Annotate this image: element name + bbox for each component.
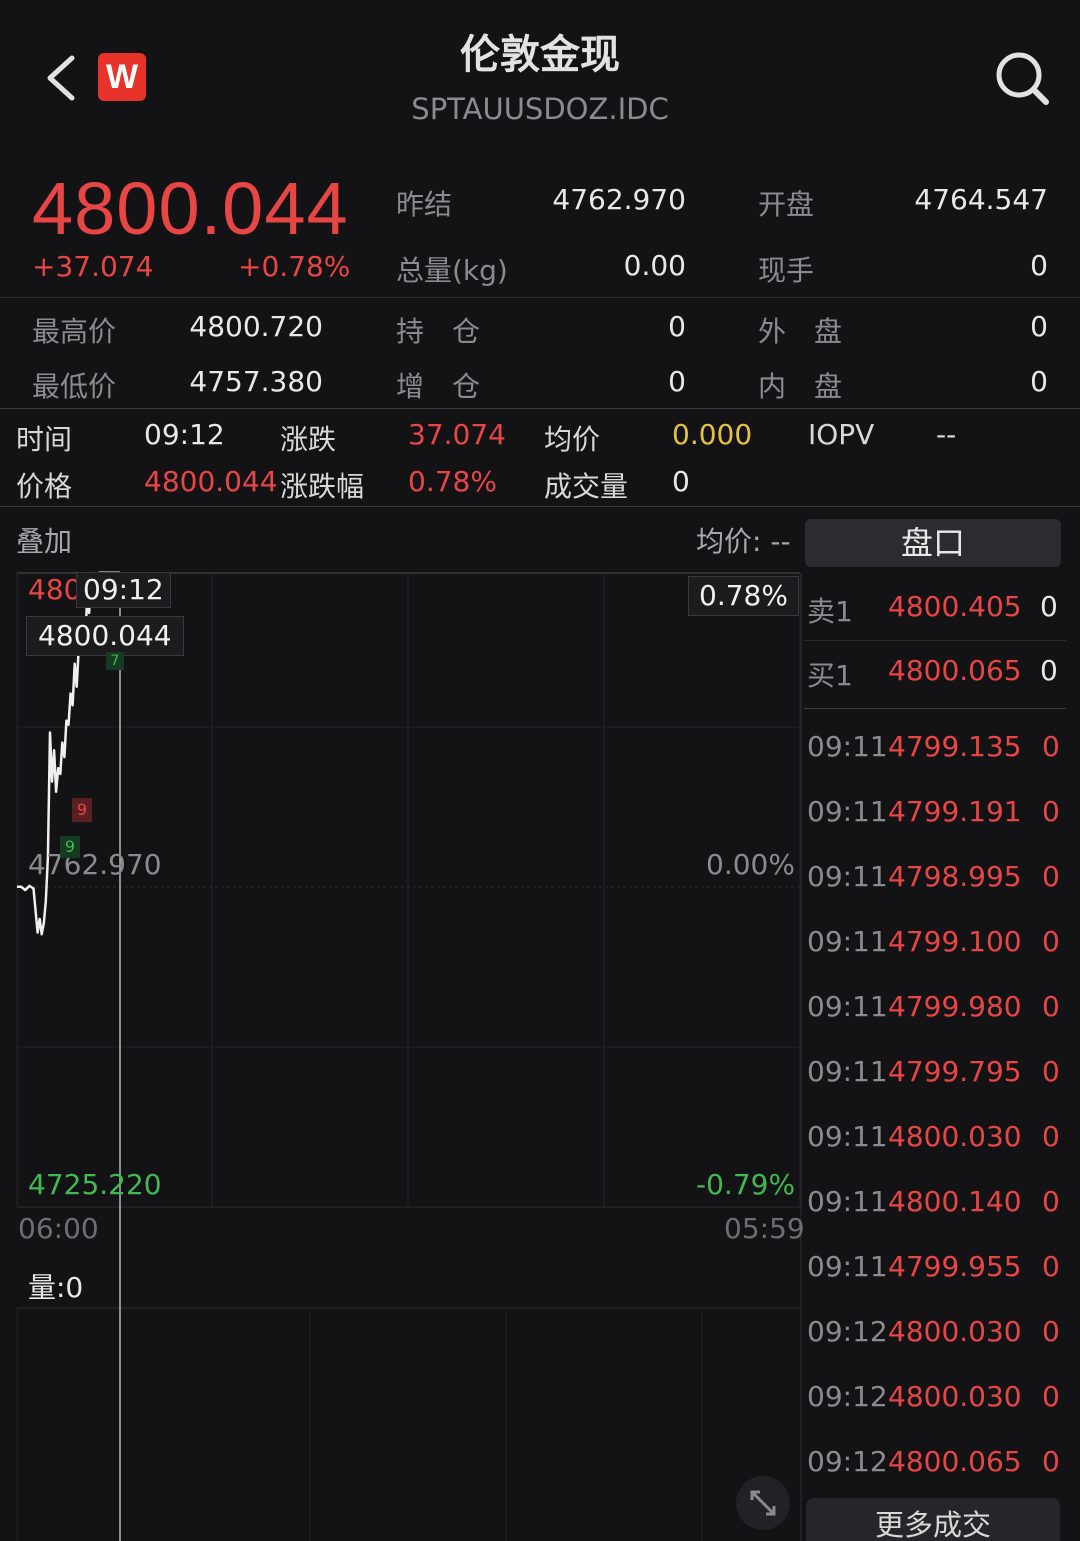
ask-price: 4800.405 [888, 590, 1022, 623]
trade-price: 4800.030 [888, 1380, 1022, 1413]
intraday-chart[interactable] [0, 0, 1080, 1541]
trade-price: 4800.065 [888, 1445, 1022, 1478]
trade-price: 4798.995 [888, 860, 1022, 893]
top-pct-label: 0.78% [688, 576, 799, 616]
trade-time: 09:11 [807, 1055, 888, 1088]
top-price-label: 480 [28, 573, 82, 606]
trade-time: 09:11 [807, 860, 888, 893]
divider [804, 640, 1066, 641]
chart-grid [16, 572, 802, 1541]
trade-time: 09:11 [807, 990, 888, 1023]
fullscreen-button[interactable] [736, 1476, 790, 1530]
trade-time: 09:11 [807, 925, 888, 958]
trade-volume: 0 [1042, 1315, 1060, 1348]
trade-price: 4800.140 [888, 1185, 1022, 1218]
trade-time: 09:11 [807, 1250, 888, 1283]
trade-volume: 0 [1042, 730, 1060, 763]
bottom-price-label: 4725.220 [28, 1168, 162, 1201]
marker-green-low[interactable]: 9 [60, 836, 80, 858]
tab-orderbook[interactable]: 盘口 [805, 519, 1061, 567]
trade-price: 4800.030 [888, 1120, 1022, 1153]
trade-volume: 0 [1042, 1055, 1060, 1088]
trade-price: 4799.955 [888, 1250, 1022, 1283]
trade-time: 09:11 [807, 795, 888, 828]
trade-volume: 0 [1042, 1445, 1060, 1478]
trade-time: 09:12 [807, 1445, 888, 1478]
end-time-label: 05:59 [724, 1212, 805, 1245]
trade-volume: 0 [1042, 860, 1060, 893]
trade-time: 09:12 [807, 1380, 888, 1413]
trade-volume: 0 [1042, 925, 1060, 958]
bid-volume: 0 [1040, 654, 1058, 687]
trade-volume: 0 [1042, 1250, 1060, 1283]
trade-time: 09:11 [807, 1185, 888, 1218]
trade-volume: 0 [1042, 1380, 1060, 1413]
trade-time: 09:11 [807, 1120, 888, 1153]
baseline-price-label: 4762.970 [28, 848, 162, 881]
start-time-label: 06:00 [18, 1212, 99, 1245]
bid-label: 买1 [807, 659, 853, 692]
trade-price: 4799.795 [888, 1055, 1022, 1088]
ask-volume: 0 [1040, 590, 1058, 623]
more-trades-button[interactable]: 更多成交 [806, 1498, 1060, 1541]
trade-time: 09:11 [807, 730, 888, 763]
trade-price: 4800.030 [888, 1315, 1022, 1348]
volume-legend: 量:0 [28, 1271, 84, 1304]
divider [804, 708, 1066, 709]
trade-volume: 0 [1042, 1120, 1060, 1153]
trade-price: 4799.135 [888, 730, 1022, 763]
expand-icon [750, 1490, 776, 1516]
marker-red[interactable]: 9 [72, 798, 92, 822]
trade-price: 4799.191 [888, 795, 1022, 828]
baseline-pct-label: 0.00% [706, 848, 795, 881]
bid-price: 4800.065 [888, 654, 1022, 687]
trade-price: 4799.980 [888, 990, 1022, 1023]
ask-label: 卖1 [807, 595, 853, 628]
trade-volume: 0 [1042, 1185, 1060, 1218]
tooltip-time: 09:12 [76, 572, 171, 608]
trade-time: 09:12 [807, 1315, 888, 1348]
marker-green-top[interactable]: 7 [106, 652, 124, 670]
bottom-pct-label: -0.79% [696, 1168, 796, 1201]
trade-price: 4799.100 [888, 925, 1022, 958]
trade-volume: 0 [1042, 795, 1060, 828]
trade-volume: 0 [1042, 990, 1060, 1023]
tooltip-price: 4800.044 [26, 616, 184, 656]
